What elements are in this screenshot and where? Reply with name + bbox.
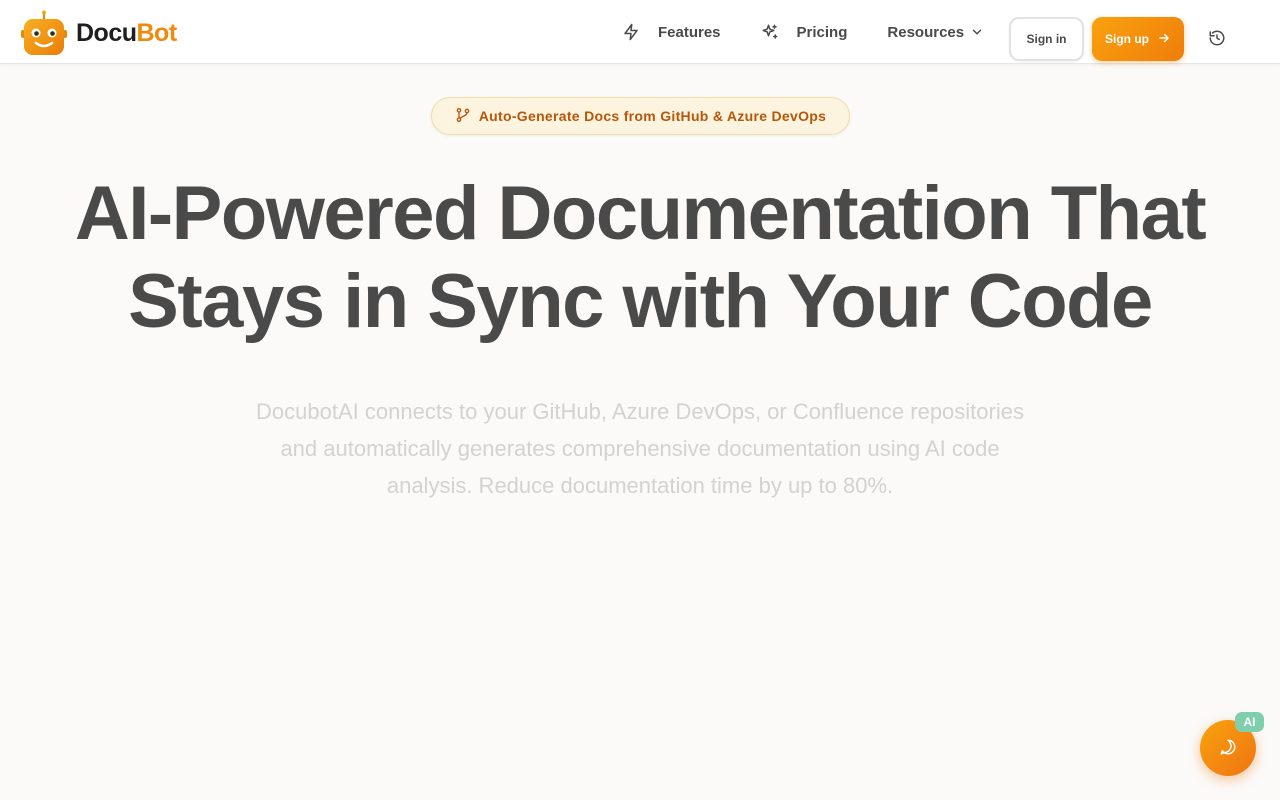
git-branch-icon xyxy=(455,107,471,126)
nav-item-resources[interactable]: Resources xyxy=(887,12,984,52)
history-button[interactable] xyxy=(1204,26,1230,52)
sign-up-label: Sign up xyxy=(1105,32,1149,46)
nav-item-label: Pricing xyxy=(796,23,848,41)
hero-headline-line1: AI-Powered Documentation That xyxy=(74,171,1207,256)
main-nav: Features Pricing Resources xyxy=(622,0,984,64)
nav-item-label: Resources xyxy=(887,23,965,41)
hero-subtext-line1: DocubotAI connects to your GitHub, Azure… xyxy=(256,399,1024,424)
brand-name: DocuBot xyxy=(76,18,177,47)
nav-item-features[interactable]: Features xyxy=(622,12,721,52)
hero-badge: Auto-Generate Docs from GitHub & Azure D… xyxy=(431,97,850,135)
nav-item-pricing[interactable]: Pricing xyxy=(761,12,848,52)
brand-logo-link[interactable]: DocuBot xyxy=(20,10,177,56)
hero-headline: AI-Powered Documentation That Stays in S… xyxy=(60,170,1220,346)
hero-subtext: DocubotAI connects to your GitHub, Azure… xyxy=(220,393,1060,504)
robot-icon xyxy=(20,10,68,56)
top-navbar: DocuBot Features Pricing Resources Sign … xyxy=(0,0,1280,64)
hero-headline-line2: Stays in Sync with Your Code xyxy=(128,259,1153,344)
nav-item-label: Features xyxy=(658,23,721,41)
sparkles-icon xyxy=(761,23,779,41)
lightning-icon xyxy=(622,23,640,41)
ai-badge: AI xyxy=(1235,712,1264,732)
arrow-right-icon xyxy=(1157,31,1171,48)
sign-up-button[interactable]: Sign up xyxy=(1092,17,1184,61)
sign-in-button[interactable]: Sign in xyxy=(1009,17,1084,61)
chevron-down-icon xyxy=(970,25,984,39)
hero-badge-text: Auto-Generate Docs from GitHub & Azure D… xyxy=(478,108,827,124)
chat-bubble-icon xyxy=(1219,738,1237,759)
hero-subtext-line2: and automatically generates comprehensiv… xyxy=(280,436,1000,461)
history-icon xyxy=(1208,29,1226,50)
hero-subtext-line3: analysis. Reduce documentation time by u… xyxy=(386,473,894,498)
